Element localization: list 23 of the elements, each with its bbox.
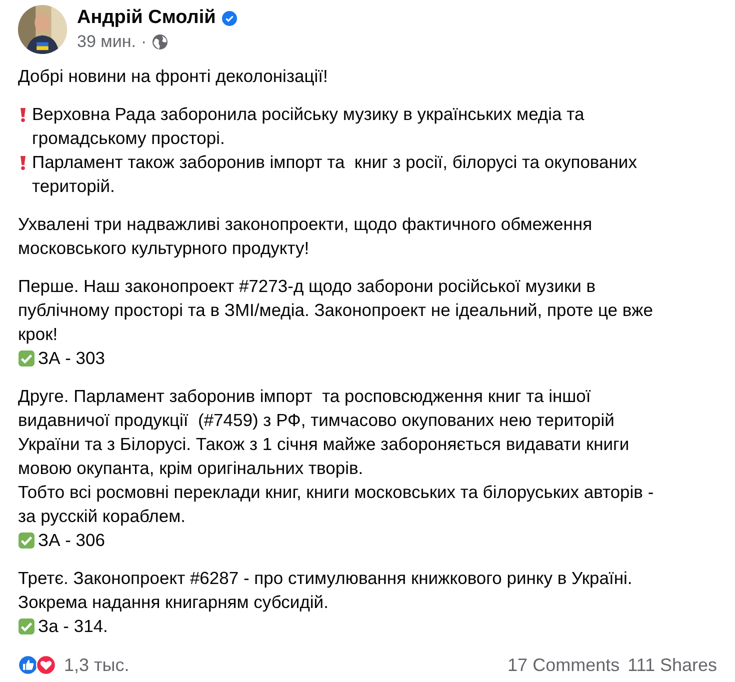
post-text: ЗА - 306: [38, 529, 105, 552]
post-text: Добрі новини на фронті деколонізації!: [18, 65, 328, 88]
check-mark-icon: [18, 618, 35, 635]
check-mark-icon: [18, 532, 35, 549]
post-text: Парламент також заборонив імпорт та книг з росії, білорусі та окупованих територій.: [32, 151, 637, 198]
author-name[interactable]: Андрій Смолій: [77, 7, 216, 29]
reaction-count[interactable]: 1,3 тыс.: [64, 654, 130, 676]
post-text: Третє. Законопроект #6287 - про стимулювання книжкового ринку в Україні. Зокрема надання книгарням субсидій.: [18, 567, 632, 614]
post-text: Друге. Парламент заборонив імпорт та росповсюдження книг та іншої видавничої продукції (#7459) з РФ, тимчасово окупованих нею територій України та з Білорусі. Також з 1 січня майже забороняється видавати книги мовою окупанта, крім оригінальних творів. Тобто всі росмовні переклади книг, книги московських та білоруських авторів - за русскій кораблем.: [18, 385, 654, 528]
post-text: Ухвалені три надважливі законопроекти, щодо фактичного обмеження московського культурного продукту!: [18, 213, 592, 260]
post-text: Перше. Наш законопроект #7273-д щодо заборони російської музики в публічному просторі та в ЗМІ/медіа. Законопроект не ідеальний, проте це вже крок!: [18, 275, 653, 346]
post-text: ЗА - 303: [38, 347, 105, 370]
like-icon[interactable]: [18, 655, 38, 675]
shares-link[interactable]: 111 Shares: [628, 654, 717, 676]
post-time[interactable]: 39 мин.: [77, 32, 136, 52]
separator-dot: ·: [140, 32, 147, 52]
post-text: За - 314.: [38, 615, 108, 638]
post-text: Верховна Рада заборонила російську музику в українських медіа та громадському просторі.: [32, 103, 584, 150]
globe-icon[interactable]: [152, 34, 168, 50]
exclamation-icon: [18, 106, 28, 123]
comments-link[interactable]: 17 Comments: [508, 654, 620, 676]
check-mark-icon: [18, 350, 35, 367]
exclamation-icon: [18, 154, 28, 171]
